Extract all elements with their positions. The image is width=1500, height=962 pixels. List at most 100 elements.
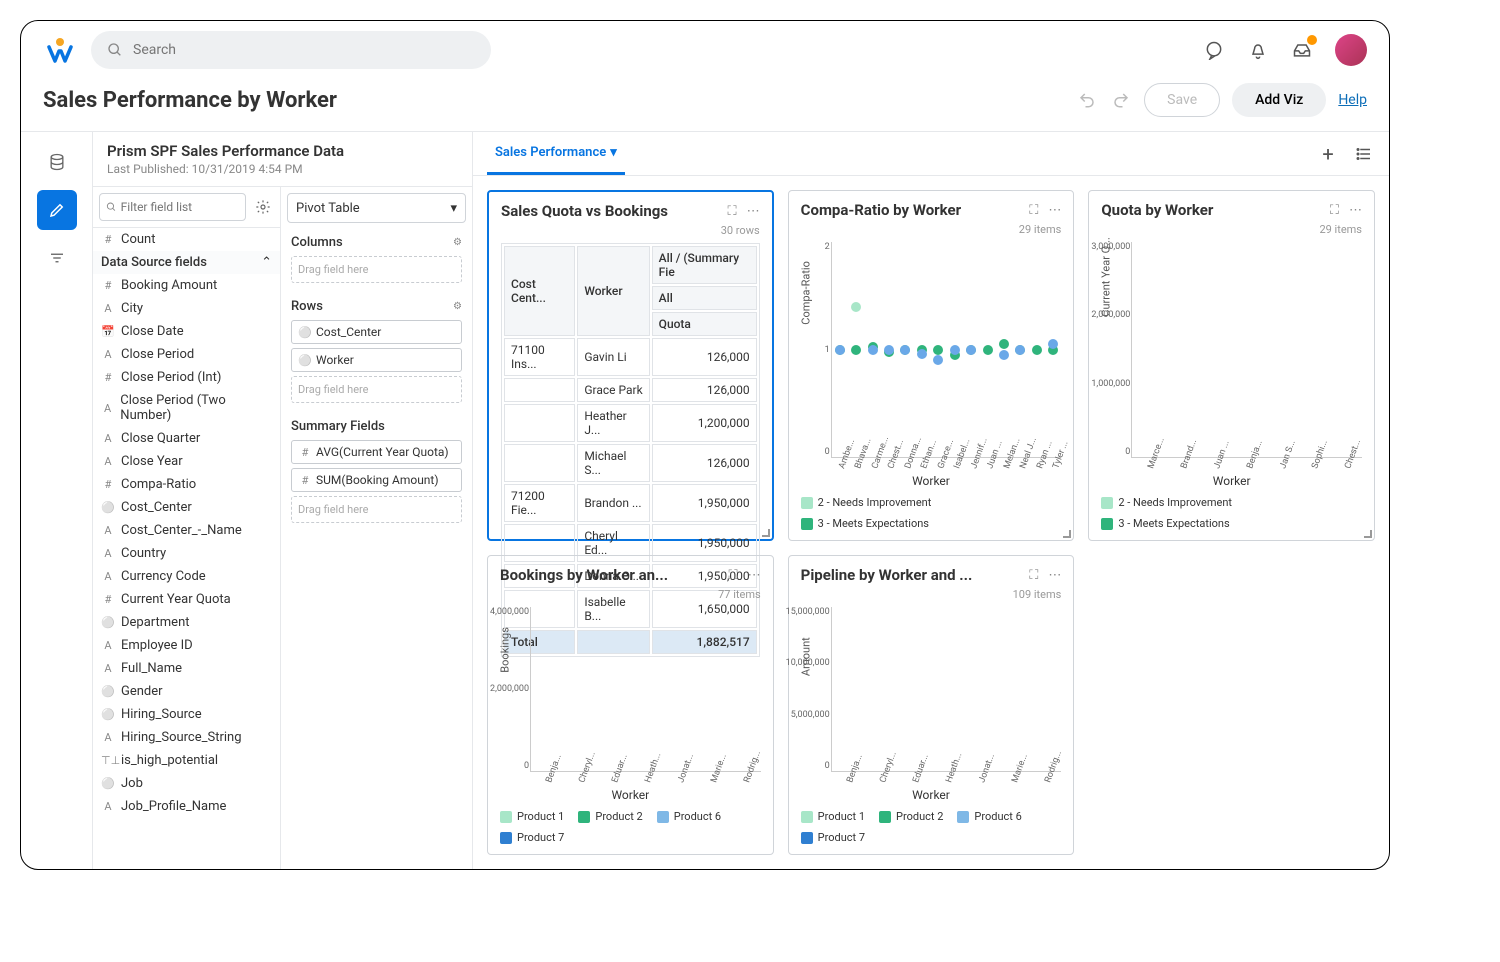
more-icon[interactable]: ⋯ xyxy=(1048,203,1061,218)
field-item[interactable]: AHiring_Source_String xyxy=(93,726,280,749)
field-item[interactable]: #Booking Amount xyxy=(93,274,280,297)
table-row: Grace Park126,000 xyxy=(504,378,757,402)
field-item[interactable]: AFull_Name xyxy=(93,657,280,680)
field-item[interactable]: #Compa-Ratio xyxy=(93,473,280,496)
card-bookings-by-worker[interactable]: Bookings by Worker an... ⛶⋯ 77 items Boo… xyxy=(487,555,774,855)
field-item[interactable]: #Current Year Quota xyxy=(93,588,280,611)
summary-dropzone[interactable]: Drag field here xyxy=(291,496,462,523)
x-axis-label: Worker xyxy=(1101,474,1362,488)
list-icon[interactable] xyxy=(1353,143,1375,165)
bell-icon[interactable] xyxy=(1247,39,1269,61)
legend-item: Product 6 xyxy=(957,810,1021,823)
resize-handle[interactable] xyxy=(1063,530,1071,538)
add-tab-icon[interactable]: + xyxy=(1317,143,1339,165)
table-row: Michael S...126,000 xyxy=(504,444,757,482)
save-button[interactable]: Save xyxy=(1144,83,1220,117)
undo-icon[interactable] xyxy=(1076,89,1098,111)
columns-label: Columns xyxy=(291,235,343,250)
more-icon[interactable]: ⋯ xyxy=(748,568,761,583)
card-meta: 30 rows xyxy=(501,224,760,237)
field-item[interactable]: ⚪Gender xyxy=(93,680,280,703)
search-input[interactable] xyxy=(133,42,475,58)
config-pill[interactable]: #AVG(Current Year Quota) xyxy=(291,440,462,464)
field-item[interactable]: #Close Period (Int) xyxy=(93,366,280,389)
field-item[interactable]: AClose Period (Two Number) xyxy=(93,389,280,427)
legend-item: Product 2 xyxy=(578,810,642,823)
legend-item: Product 7 xyxy=(801,831,865,844)
rail-filter-icon[interactable] xyxy=(37,238,77,278)
rail-data-icon[interactable] xyxy=(37,142,77,182)
data-point xyxy=(1048,339,1058,349)
redo-icon[interactable] xyxy=(1110,89,1132,111)
viz-type-select[interactable]: Pivot Table ▾ xyxy=(287,193,466,223)
expand-icon[interactable]: ⛶ xyxy=(728,204,737,219)
field-item[interactable]: AEmployee ID xyxy=(93,634,280,657)
config-pill[interactable]: ⚪Cost_Center xyxy=(291,320,462,344)
field-item[interactable]: ⊤⊥is_high_potential xyxy=(93,749,280,772)
card-title: Quota by Worker xyxy=(1101,201,1213,219)
more-icon[interactable]: ⋯ xyxy=(747,204,760,219)
field-item[interactable]: ACity xyxy=(93,297,280,320)
data-point xyxy=(851,302,861,312)
inbox-icon[interactable] xyxy=(1291,39,1313,61)
chat-icon[interactable] xyxy=(1203,39,1225,61)
more-icon[interactable]: ⋯ xyxy=(1048,568,1061,583)
settings-icon[interactable]: ⚙ xyxy=(453,237,462,248)
field-item[interactable]: ⚪Cost_Center xyxy=(93,496,280,519)
app-logo[interactable] xyxy=(43,33,77,67)
datasource-title: Prism SPF Sales Performance Data xyxy=(107,142,458,160)
card-title: Bookings by Worker an... xyxy=(500,566,668,584)
field-item[interactable]: ACurrency Code xyxy=(93,565,280,588)
data-point xyxy=(966,345,976,355)
tab-sales-performance[interactable]: Sales Performance▾ xyxy=(487,133,625,175)
field-item[interactable]: AClose Year xyxy=(93,450,280,473)
global-search[interactable] xyxy=(91,31,491,69)
more-icon[interactable]: ⋯ xyxy=(1349,203,1362,218)
expand-icon[interactable]: ⛶ xyxy=(729,568,738,583)
x-axis-label: Worker xyxy=(801,474,1062,488)
field-item[interactable]: 📅Close Date xyxy=(93,320,280,343)
settings-icon[interactable]: ⚙ xyxy=(453,301,462,312)
field-item[interactable]: AClose Period xyxy=(93,343,280,366)
config-pill[interactable]: #SUM(Booking Amount) xyxy=(291,468,462,492)
filter-fields-input[interactable] xyxy=(99,193,246,221)
expand-icon[interactable]: ⛶ xyxy=(1330,203,1339,218)
card-quota-by-worker[interactable]: Quota by Worker ⛶⋯ 29 items Current Year… xyxy=(1088,190,1375,541)
data-point xyxy=(917,349,927,359)
expand-icon[interactable]: ⛶ xyxy=(1029,568,1038,583)
resize-handle[interactable] xyxy=(762,529,770,537)
legend-item: 3 - Meets Expectations xyxy=(1101,517,1229,530)
resize-handle[interactable] xyxy=(1364,530,1372,538)
data-point xyxy=(868,345,878,355)
data-point xyxy=(884,345,894,355)
field-item[interactable]: ⚪Job xyxy=(93,772,280,795)
config-pill[interactable]: ⚪Worker xyxy=(291,348,462,372)
field-item[interactable]: ⚪Department xyxy=(93,611,280,634)
fields-section-header[interactable]: Data Source fields ⌃ xyxy=(93,251,280,274)
page-title: Sales Performance by Worker xyxy=(43,88,337,113)
user-avatar[interactable] xyxy=(1335,34,1367,66)
columns-dropzone[interactable]: Drag field here xyxy=(291,256,462,283)
datasource-subtitle: Last Published: 10/31/2019 4:54 PM xyxy=(107,162,458,176)
card-compa-ratio[interactable]: Compa-Ratio by Worker ⛶⋯ 29 items Compa-… xyxy=(788,190,1075,541)
data-point xyxy=(933,345,943,355)
field-item[interactable]: ACost_Center_-_Name xyxy=(93,519,280,542)
field-item[interactable]: AClose Quarter xyxy=(93,427,280,450)
table-row: Heather J...1,200,000 xyxy=(504,404,757,442)
field-item[interactable]: ACountry xyxy=(93,542,280,565)
help-link[interactable]: Help xyxy=(1338,92,1367,108)
gear-icon[interactable] xyxy=(252,196,274,218)
field-item[interactable]: ⚪Hiring_Source xyxy=(93,703,280,726)
add-viz-button[interactable]: Add Viz xyxy=(1232,83,1326,117)
table-row: 71100 Ins...Gavin Li126,000 xyxy=(504,338,757,376)
rail-edit-icon[interactable] xyxy=(37,190,77,230)
card-pipeline-by-worker[interactable]: Pipeline by Worker and ... ⛶⋯ 109 items … xyxy=(788,555,1075,855)
field-count[interactable]: #Count xyxy=(93,228,280,251)
field-item[interactable]: AJob_Profile_Name xyxy=(93,795,280,818)
data-point xyxy=(900,345,910,355)
card-sales-quota-vs-bookings[interactable]: Sales Quota vs Bookings ⛶⋯ 30 rows Cost … xyxy=(487,190,774,541)
summary-label: Summary Fields xyxy=(291,419,385,434)
expand-icon[interactable]: ⛶ xyxy=(1029,203,1038,218)
legend-item: Product 2 xyxy=(879,810,943,823)
rows-dropzone[interactable]: Drag field here xyxy=(291,376,462,403)
